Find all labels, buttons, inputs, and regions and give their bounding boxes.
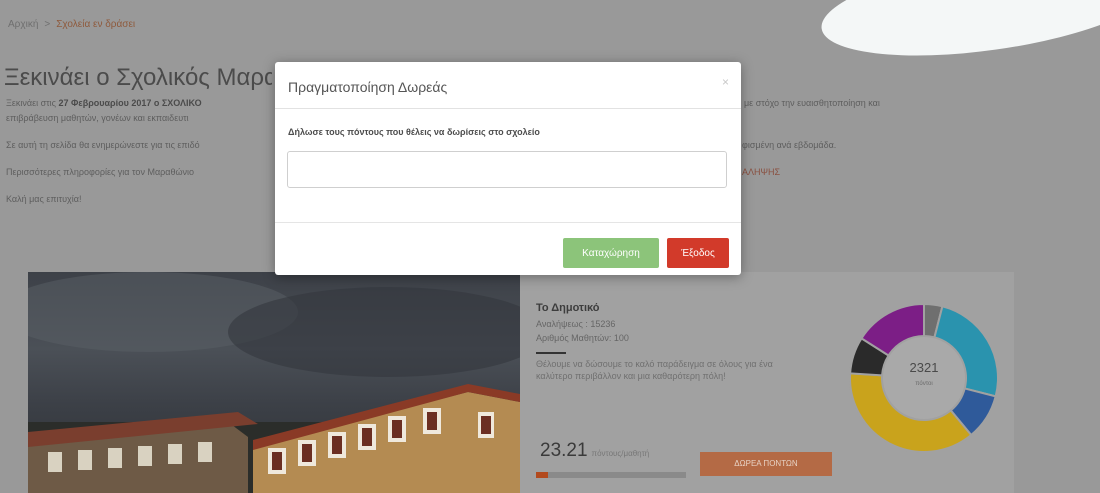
school-description: Θέλουμε να δώσουμε το καλό παράδειγμα σε… <box>536 359 773 381</box>
school-info: Το Δημοτικό Αναλήψεως : 15236 Αριθμός Μα… <box>536 302 836 382</box>
intro-prefix: Ξεκινάει στις <box>6 98 59 108</box>
updates-paragraph-end: φισμένη ανά εβδομάδα. <box>742 140 837 150</box>
donation-modal: Πραγματοποίηση Δωρεάς × Δήλωσε τους πόντ… <box>275 62 741 275</box>
breadcrumb-separator: > <box>44 19 51 30</box>
good-luck-text: Καλή μας επιτυχία! <box>6 194 82 204</box>
points-progress-fill <box>536 472 548 478</box>
school-photo <box>28 272 520 493</box>
breadcrumb-home-link[interactable]: Αρχική <box>8 19 38 30</box>
close-icon[interactable]: × <box>722 75 729 89</box>
points-input[interactable] <box>287 151 727 188</box>
school-registration: Αναλήψεως : 15236 <box>536 319 616 329</box>
info-paragraph: Περισσότερες πληροφορίες για τον Μαραθών… <box>6 167 195 177</box>
modal-header: Πραγματοποίηση Δωρεάς × <box>275 62 741 109</box>
school-students: Αριθμός Μαθητών: 100 <box>536 333 629 343</box>
intro-paragraph: Ξεκινάει στις 27 Φεβρουαρίου 2017 ο ΣΧΟΛ… <box>6 98 202 108</box>
breadcrumb-current[interactable]: Σχολεία εν δράσει <box>56 19 135 30</box>
donut-total: 2321 <box>909 360 939 375</box>
points-field-label: Δήλωσε τους πόντους που θέλεις να δωρίσε… <box>288 127 540 137</box>
updates-paragraph: Σε αυτή τη σελίδα θα ενημερώνεστε για τι… <box>6 140 200 150</box>
info-link[interactable]: ΑΛΗΨΗΣ <box>742 167 780 177</box>
modal-title: Πραγματοποίηση Δωρεάς <box>288 79 448 95</box>
intro-paragraph-end: με στόχο την ευαισθητοποίηση και <box>744 98 880 108</box>
submit-button[interactable]: Καταχώρηση <box>563 238 659 268</box>
points-per-student: 23.21 πόντους/μαθητή <box>540 440 649 462</box>
school-card: Το Δημοτικό Αναλήψεως : 15236 Αριθμός Μα… <box>28 272 1014 493</box>
school-name: Το Δημοτικό <box>536 302 600 314</box>
donut-center: 2321 πόντοι <box>878 360 970 387</box>
exit-button[interactable]: Έξοδος <box>667 238 729 268</box>
donut-caption: πόντοι <box>915 381 933 387</box>
divider <box>536 352 566 354</box>
page-title: Ξεκινάει ο Σχολικός Μαραθώνιος <box>4 64 272 91</box>
modal-footer: Καταχώρηση Έξοδος <box>275 222 741 276</box>
points-progress-bar <box>536 472 686 478</box>
intro-date: 27 Φεβρουαρίου 2017 ο ΣΧΟΛΙΚΟ <box>58 98 202 108</box>
intro-paragraph-line2: επιβράβευση μαθητών, γονέων και εκπαιδευ… <box>6 113 189 123</box>
donate-points-button[interactable]: ΔΩΡΕΑ ΠΟΝΤΩΝ <box>700 452 832 476</box>
corner-decoration <box>815 0 1100 74</box>
points-value: 23.21 <box>540 440 588 461</box>
breadcrumb: Αρχική > Σχολεία εν δράσει <box>8 19 135 30</box>
points-unit: πόντους/μαθητή <box>591 449 650 458</box>
